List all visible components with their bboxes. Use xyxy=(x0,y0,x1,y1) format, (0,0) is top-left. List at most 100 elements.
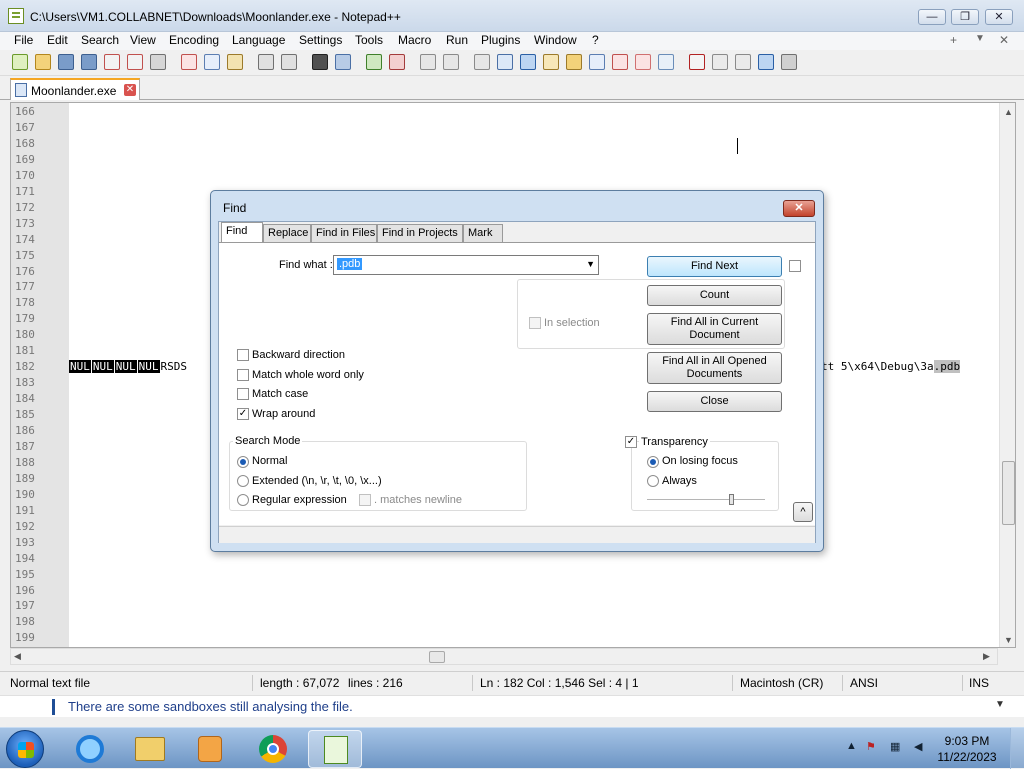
copy-icon[interactable] xyxy=(204,54,220,70)
in-selection-checkbox[interactable] xyxy=(529,317,541,329)
tab-find-in-projects[interactable]: Find in Projects xyxy=(377,224,463,242)
matches-newline-checkbox[interactable] xyxy=(359,494,371,506)
find-next-option-checkbox[interactable] xyxy=(789,260,801,272)
find-next-button[interactable]: Find Next xyxy=(647,256,782,277)
sync-horizontal-icon[interactable] xyxy=(443,54,459,70)
network-icon[interactable]: ▦ xyxy=(890,740,900,753)
stop-macro-icon[interactable] xyxy=(712,54,728,70)
menu-file[interactable]: File xyxy=(11,33,36,47)
find-all-current-button[interactable]: Find All in Current Document xyxy=(647,313,782,345)
close-dialog-button[interactable]: Close xyxy=(647,391,782,412)
replace-icon[interactable] xyxy=(335,54,351,70)
mode-normal-radio[interactable] xyxy=(237,456,249,468)
monitoring-icon[interactable] xyxy=(658,54,674,70)
menu-view[interactable]: View xyxy=(127,33,159,47)
volume-icon[interactable]: ◀ xyxy=(914,740,922,753)
menu-encoding[interactable]: Encoding xyxy=(166,33,222,47)
menu-tools[interactable]: Tools xyxy=(352,33,386,47)
show-desktop-button[interactable] xyxy=(1010,728,1024,769)
show-all-chars-icon[interactable] xyxy=(497,54,513,70)
wrap-around-checkbox[interactable]: ✓ xyxy=(237,408,249,420)
new-file-icon[interactable] xyxy=(12,54,28,70)
play-macro-icon[interactable] xyxy=(735,54,751,70)
indent-guide-icon[interactable] xyxy=(520,54,536,70)
tab-find[interactable]: Find xyxy=(221,222,263,243)
menu-language[interactable]: Language xyxy=(229,33,288,47)
new-tab-icon[interactable]: + xyxy=(950,33,957,47)
mode-extended-radio[interactable] xyxy=(237,475,249,487)
zoom-in-icon[interactable] xyxy=(366,54,382,70)
close-all-icon[interactable] xyxy=(127,54,143,70)
save-all-icon[interactable] xyxy=(81,54,97,70)
count-button[interactable]: Count xyxy=(647,285,782,306)
transparency-slider-thumb[interactable] xyxy=(728,494,734,505)
match-case-checkbox[interactable] xyxy=(237,388,249,400)
tab-moonlander[interactable]: Moonlander.exe ✕ xyxy=(10,78,140,100)
vertical-scrollbar[interactable]: ▲ ▼ xyxy=(999,103,1015,647)
scroll-down-icon[interactable]: ▼ xyxy=(1004,635,1013,645)
tab-close-icon[interactable]: ✕ xyxy=(124,84,136,96)
minimize-button[interactable]: — xyxy=(918,9,946,25)
system-clock[interactable]: 9:03 PM 11/22/2023 xyxy=(937,733,997,765)
zoom-out-icon[interactable] xyxy=(389,54,405,70)
print-icon[interactable] xyxy=(150,54,166,70)
doc-map-icon[interactable] xyxy=(566,54,582,70)
scroll-right-icon[interactable]: ▶ xyxy=(983,651,990,662)
menu-search[interactable]: Search xyxy=(78,33,122,47)
transparency-checkbox[interactable]: ✓ xyxy=(625,436,637,448)
tab-replace[interactable]: Replace xyxy=(263,224,311,242)
tab-list-icon[interactable]: ▼ xyxy=(975,33,985,44)
start-button[interactable] xyxy=(6,730,44,768)
doc-list-icon[interactable] xyxy=(589,54,605,70)
menu-plugins[interactable]: Plugins xyxy=(478,33,523,47)
scroll-left-icon[interactable]: ◀ xyxy=(14,651,21,662)
find-what-combo[interactable]: .pdb ▼ xyxy=(333,255,599,275)
horizontal-scroll-thumb[interactable] xyxy=(429,651,445,663)
chevron-down-icon[interactable]: ▼ xyxy=(586,259,595,269)
show-hidden-icons[interactable]: ▲ xyxy=(846,740,857,752)
taskbar-chrome[interactable] xyxy=(246,730,300,768)
maximize-button[interactable]: ❐ xyxy=(951,9,979,25)
menu-macro[interactable]: Macro xyxy=(395,33,434,47)
redo-icon[interactable] xyxy=(281,54,297,70)
save-icon[interactable] xyxy=(58,54,74,70)
action-center-icon[interactable]: ⚑ xyxy=(866,740,876,753)
transparency-slider[interactable] xyxy=(647,499,765,501)
paste-icon[interactable] xyxy=(227,54,243,70)
backward-direction-checkbox[interactable] xyxy=(237,349,249,361)
taskbar-explorer[interactable] xyxy=(123,730,177,768)
close-file-icon[interactable] xyxy=(104,54,120,70)
find-what-value[interactable]: .pdb xyxy=(337,258,363,270)
udl-icon[interactable] xyxy=(543,54,559,70)
mode-regex-radio[interactable] xyxy=(237,494,249,506)
chevron-down-icon[interactable]: ▼ xyxy=(995,699,1005,710)
vertical-scroll-thumb[interactable] xyxy=(1002,461,1015,525)
menu-help[interactable]: ? xyxy=(589,33,602,47)
sync-vertical-icon[interactable] xyxy=(420,54,436,70)
word-wrap-icon[interactable] xyxy=(474,54,490,70)
taskbar-media-player[interactable] xyxy=(183,730,237,768)
collapse-dialog-button[interactable]: ^ xyxy=(793,502,813,522)
tab-mark[interactable]: Mark xyxy=(463,224,503,242)
find-icon[interactable] xyxy=(312,54,328,70)
find-all-opened-button[interactable]: Find All in All Opened Documents xyxy=(647,352,782,384)
menu-window[interactable]: Window xyxy=(531,33,580,47)
menu-settings[interactable]: Settings xyxy=(296,33,345,47)
menu-edit[interactable]: Edit xyxy=(44,33,71,47)
line-182-text[interactable]: NUL NUL NUL NUL RSDS xyxy=(69,360,187,374)
whole-word-checkbox[interactable] xyxy=(237,369,249,381)
record-macro-icon[interactable] xyxy=(689,54,705,70)
taskbar-notepadpp[interactable] xyxy=(308,730,362,768)
function-list-icon[interactable] xyxy=(612,54,628,70)
save-macro-icon[interactable] xyxy=(781,54,797,70)
cut-icon[interactable] xyxy=(181,54,197,70)
open-file-icon[interactable] xyxy=(35,54,51,70)
scroll-up-icon[interactable]: ▲ xyxy=(1004,107,1013,117)
on-losing-focus-radio[interactable] xyxy=(647,456,659,468)
horizontal-scrollbar[interactable]: ◀ ▶ xyxy=(10,648,998,665)
close-doc-icon[interactable]: ✕ xyxy=(999,33,1009,47)
close-button[interactable]: ✕ xyxy=(985,9,1013,25)
menu-run[interactable]: Run xyxy=(443,33,471,47)
dialog-close-button[interactable]: ✕ xyxy=(783,200,815,217)
always-radio[interactable] xyxy=(647,475,659,487)
